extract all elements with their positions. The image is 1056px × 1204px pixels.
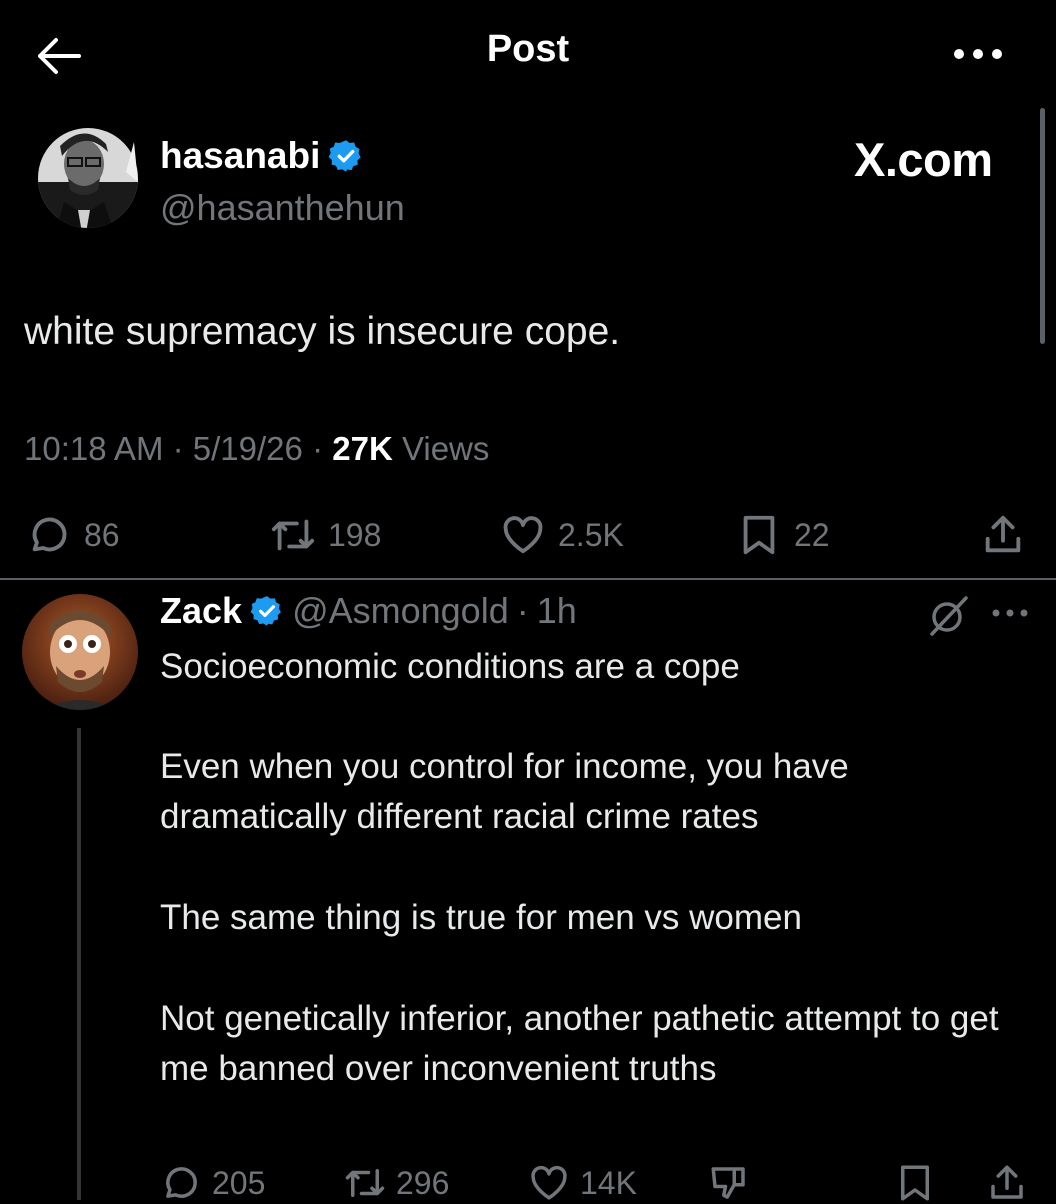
bookmark-icon [901,1165,929,1201]
share-icon [991,1165,1023,1199]
reply-author-avatar[interactable] [22,594,138,710]
reply-reply-count: 205 [212,1164,266,1201]
meta-separator: · [516,590,529,631]
post-date: 5/19/26 [192,430,303,467]
more-options-icon[interactable] [950,38,1006,70]
reply-paragraph: Not genetically inferior, another pathet… [160,999,999,1088]
downvote-button[interactable] [708,1162,750,1204]
reply-more-options-icon[interactable] [990,596,1030,630]
verified-badge-icon [328,138,364,174]
reply-bookmark-button[interactable] [894,1162,936,1204]
bookmark-button[interactable]: 22 [736,512,830,558]
reply-author-handle[interactable]: @Asmongold [292,590,509,632]
thread-line [77,728,81,1200]
reply-like-button[interactable]: 14K [528,1162,637,1204]
reply-button[interactable]: 86 [26,512,120,558]
like-count: 2.5K [558,516,624,553]
reply-author-name[interactable]: Zack [160,590,242,632]
x-com-watermark: X.com [854,133,993,186]
grok-icon[interactable] [926,592,972,638]
reply-like-count: 14K [580,1164,637,1201]
reply-count: 86 [84,516,120,553]
scrollbar[interactable] [1040,108,1045,344]
repost-count: 198 [328,516,382,553]
reply-repost-count: 296 [396,1164,450,1201]
verified-badge-icon [250,594,284,628]
views-count[interactable]: 27K [332,430,393,467]
reply-age[interactable]: 1h [537,590,577,632]
reply-bubble-icon [32,517,67,552]
reply-bubble-icon [166,1167,197,1198]
reply-share-button[interactable] [986,1162,1028,1204]
like-button[interactable]: 2.5K [500,512,624,558]
bookmark-count: 22 [794,516,830,553]
reply-repost-button[interactable]: 296 [344,1162,449,1204]
reply-paragraph: The same thing is true for men vs women [160,898,802,937]
author-avatar[interactable] [38,122,138,244]
post-time: 10:18 AM [24,430,164,467]
divider [0,578,1056,580]
meta-separator: · [312,430,324,467]
repost-icon [271,519,315,551]
meta-separator: · [172,430,184,467]
page-title: Post [486,28,570,70]
reply-paragraph: Socioeconomic conditions are a cope [160,647,740,686]
post-text: white supremacy is insecure cope. [24,310,621,353]
views-label: Views [401,430,490,467]
author-name-row[interactable]: hasanabi [160,135,364,177]
author-name[interactable]: hasanabi [160,135,320,177]
repost-button[interactable]: 198 [270,512,381,558]
heart-icon [503,516,543,554]
reply-paragraph: Even when you control for income, you ha… [160,747,849,836]
author-handle[interactable]: @hasanthehun [160,187,405,229]
share-button[interactable] [980,512,1026,558]
reply-header: Zack @Asmongold · 1h [160,590,577,632]
share-icon [985,515,1021,553]
thumbs-down-icon [711,1167,745,1199]
repost-icon [345,1169,385,1197]
reply-reply-button[interactable]: 205 [160,1162,265,1204]
bookmark-icon [743,515,775,555]
post-meta: 10:18 AM · 5/19/26 · 27K Views [24,430,489,468]
heart-icon [531,1165,567,1200]
